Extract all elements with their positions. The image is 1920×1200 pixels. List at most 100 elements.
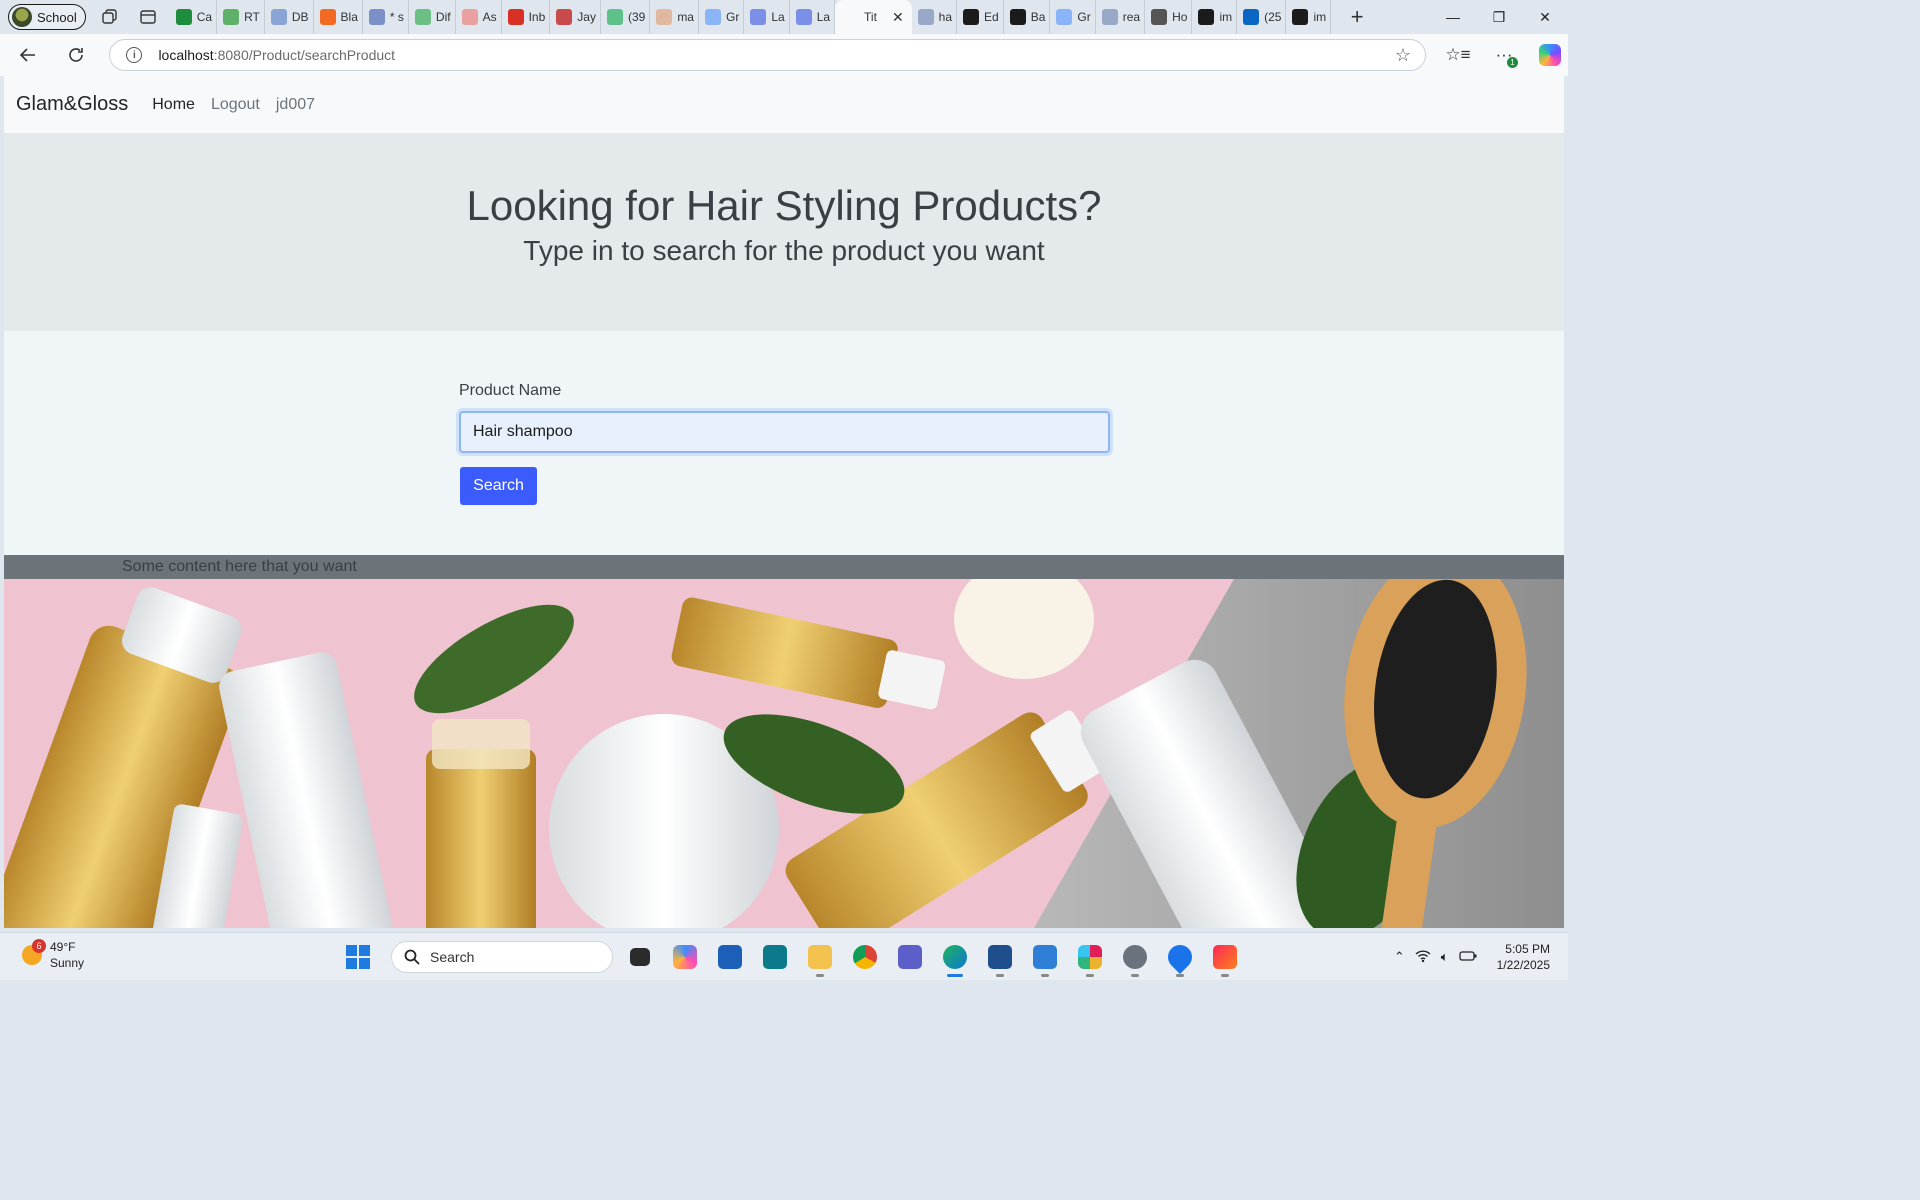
browser-tab[interactable]: Ba: [1004, 0, 1051, 34]
browser-tab-label: Inb: [528, 10, 546, 24]
volume-icon[interactable]: 🔈︎: [1441, 949, 1449, 965]
store-icon[interactable]: [712, 939, 748, 975]
browser-tab-label: Jay: [577, 10, 596, 24]
browser-tab[interactable]: (39: [601, 0, 651, 34]
sheets-icon: [175, 9, 192, 25]
maps-pin-icon[interactable]: [1162, 939, 1198, 977]
browser-tab[interactable]: im: [1192, 0, 1238, 34]
app-icon: [1151, 9, 1168, 25]
browser-tab[interactable]: * s: [363, 0, 409, 34]
close-tab-icon[interactable]: ✕: [892, 9, 904, 26]
reload-icon[interactable]: [56, 39, 96, 71]
browser-tab[interactable]: Bla: [314, 0, 363, 34]
nav-logout-link[interactable]: Logout: [211, 96, 260, 114]
profile-button[interactable]: School: [8, 4, 86, 30]
browser-tab[interactable]: (25: [1237, 0, 1287, 34]
browser-tab[interactable]: rea: [1096, 0, 1146, 34]
battery-icon[interactable]: [1458, 950, 1477, 965]
browser-tab[interactable]: Jay: [550, 0, 601, 34]
copilot-taskbar-icon[interactable]: [667, 939, 703, 975]
file-explorer-icon[interactable]: [802, 939, 838, 977]
notepad-icon[interactable]: [1027, 939, 1063, 977]
browser-tab-label: Tit: [864, 10, 877, 24]
content-strip: Some content here that you want: [4, 555, 1564, 579]
browser-tab[interactable]: DB: [265, 0, 314, 34]
settings-gear-icon[interactable]: [1117, 939, 1153, 977]
tab-actions-icon[interactable]: [134, 3, 162, 31]
product-name-input[interactable]: [459, 411, 1110, 453]
wifi-icon[interactable]: [1415, 949, 1431, 966]
chevron-up-icon[interactable]: ⌃: [1394, 949, 1405, 965]
browser-tab[interactable]: Tit ✕: [835, 0, 912, 34]
browser-tab[interactable]: RT: [217, 0, 265, 34]
chrome-icon[interactable]: [847, 939, 883, 975]
browser-tab[interactable]: La: [790, 0, 836, 34]
browser-tab-label: im: [1219, 10, 1233, 24]
restore-icon[interactable]: ❐: [1476, 0, 1522, 34]
address-bar[interactable]: i localhost:8080/Product/searchProduct ☆: [109, 39, 1427, 71]
browser-tab-label: Ca: [196, 10, 213, 24]
remote-desktop-icon[interactable]: [982, 939, 1018, 977]
sheets-icon: [223, 9, 240, 25]
browser-tab[interactable]: Ed: [957, 0, 1004, 34]
browser-tab[interactable]: Gr: [699, 0, 745, 34]
toolbar-right: ☆≡ ··· 1: [1440, 39, 1568, 71]
browser-tab[interactable]: ma: [650, 0, 699, 34]
workspaces-icon[interactable]: [96, 3, 124, 31]
browser-tab-label: im: [1313, 10, 1327, 24]
profile-avatar: [12, 7, 32, 27]
favorites-icon[interactable]: ☆≡: [1440, 39, 1476, 71]
database-icon: [270, 9, 287, 25]
browser-tab[interactable]: ha: [912, 0, 958, 34]
zoom-icon: [750, 9, 767, 25]
browser-tab[interactable]: As: [456, 0, 502, 34]
nav-home-link[interactable]: Home: [152, 96, 195, 114]
browser-tab-label: La: [816, 10, 831, 24]
browser-tab-label: Dif: [435, 10, 451, 24]
chat-icon: [606, 9, 623, 25]
browser-tab[interactable]: im: [1286, 0, 1332, 34]
start-icon[interactable]: [340, 939, 376, 975]
browser-tab[interactable]: Dif: [409, 0, 456, 34]
edge-icon[interactable]: [937, 939, 973, 977]
cortana-app-icon[interactable]: [757, 939, 793, 975]
browser-tab-label: Ho: [1172, 10, 1188, 24]
taskbar-search-label: Search: [430, 949, 475, 965]
nav-user-link[interactable]: jd007: [276, 96, 315, 114]
taskbar-search[interactable]: Search: [391, 941, 613, 973]
clock-date: 1/22/2025: [1496, 958, 1550, 973]
browser-tab[interactable]: Inb: [502, 0, 551, 34]
favorite-star-icon[interactable]: ☆: [1395, 45, 1411, 66]
intellij-icon[interactable]: [1207, 939, 1243, 977]
task-view-icon[interactable]: [622, 939, 658, 975]
update-badge: 1: [1507, 57, 1519, 68]
site-info-icon[interactable]: i: [126, 47, 143, 63]
github-icon: [1198, 9, 1215, 25]
copilot-icon[interactable]: [1532, 39, 1568, 71]
browser-tab-label: Ed: [984, 10, 999, 24]
close-window-icon[interactable]: ✕: [1522, 0, 1568, 34]
browser-tab[interactable]: Ho: [1145, 0, 1193, 34]
browser-tab-label: Gr: [725, 10, 740, 24]
github-icon: [963, 9, 980, 25]
more-menu-icon[interactable]: ··· 1: [1486, 39, 1522, 71]
browser-tab-label: ma: [677, 10, 694, 24]
weather-widget[interactable]: 6 49°F Sunny: [22, 939, 84, 971]
new-tab-button[interactable]: +: [1345, 4, 1369, 30]
browser-tab[interactable]: La: [744, 0, 790, 34]
slack-icon[interactable]: [1072, 939, 1108, 977]
search-form: Product Name Search: [4, 331, 1564, 555]
browser-tab-strip: School Ca RT DB Bla * s Dif As Inb Jay (39 ma Gr La L…: [0, 0, 1568, 34]
browser-tab-label: RT: [244, 10, 260, 24]
browser-tab-label: ha: [938, 10, 953, 24]
search-icon: [917, 9, 934, 25]
site-brand[interactable]: Glam&Gloss: [16, 93, 128, 116]
search-button[interactable]: Search: [460, 467, 537, 505]
site-navbar: Glam&Gloss Home Logout jd007: [4, 76, 1564, 133]
browser-tab[interactable]: Gr: [1050, 0, 1096, 34]
system-clock[interactable]: 5:05 PM 1/22/2025: [1497, 941, 1550, 973]
minimize-icon[interactable]: —: [1430, 0, 1476, 34]
browser-tab[interactable]: Ca: [170, 0, 218, 34]
back-arrow-icon[interactable]: [8, 39, 48, 71]
teams-icon[interactable]: [892, 939, 928, 975]
